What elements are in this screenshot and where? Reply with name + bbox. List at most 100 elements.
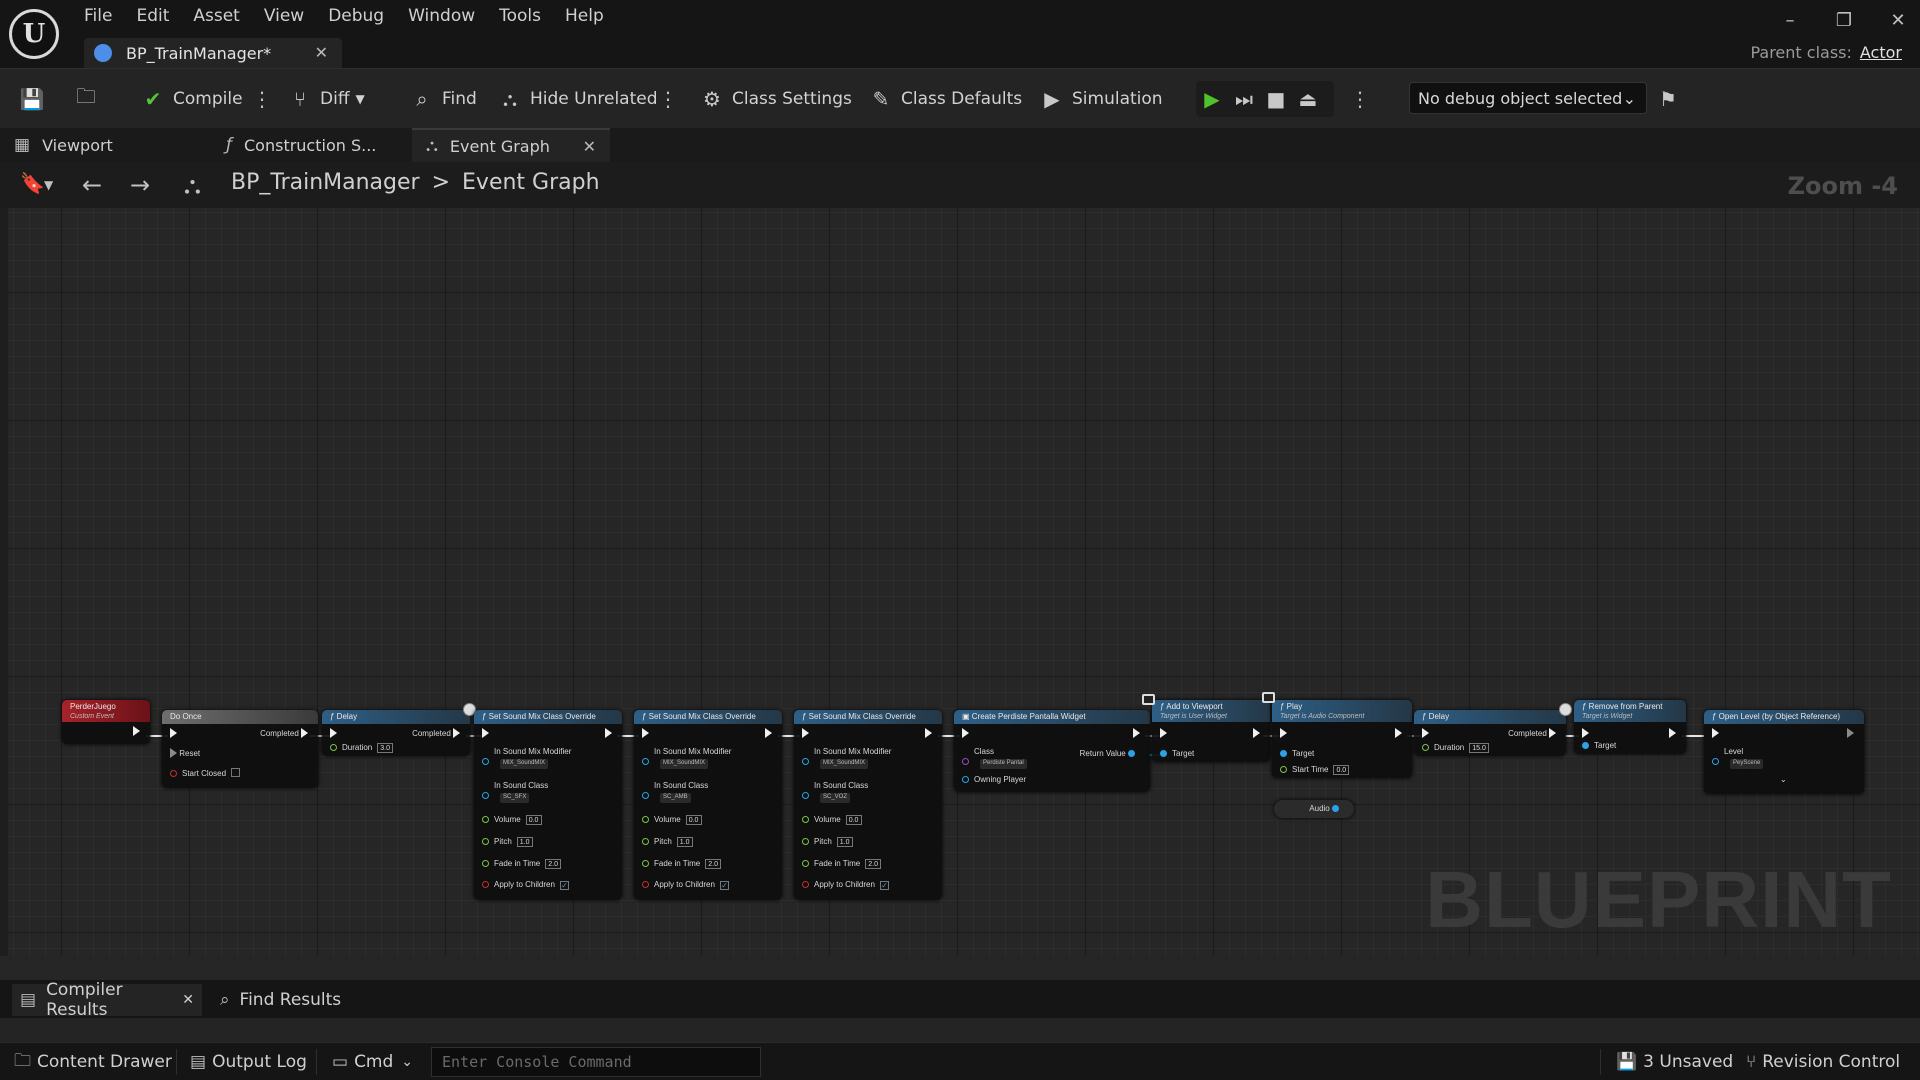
owning-player-pin[interactable]: Owning Player [962, 774, 1026, 786]
output-log-button[interactable]: ▤ Output Log [190, 1043, 307, 1080]
node-do-once[interactable]: Do Once Completed Reset Start Closed [162, 710, 318, 788]
apply-children-pin[interactable]: Apply to Children ✓ [802, 879, 889, 891]
node-set-sound-mix-override[interactable]: ƒ Set Sound Mix Class Override In Sound … [474, 710, 622, 900]
unsaved-button[interactable]: 💾 3 Unsaved [1616, 1043, 1733, 1080]
exec-in-pin[interactable] [170, 728, 177, 740]
node-custom-event[interactable]: PerderJuego Custom Event [62, 700, 150, 744]
chevron-down-icon[interactable]: ▼ [44, 178, 53, 192]
breadcrumb-root[interactable]: BP_TrainManager [231, 170, 420, 195]
exec-in-pin[interactable] [1712, 728, 1719, 740]
save-button[interactable]: 💾 [20, 81, 52, 117]
tab-event-graph[interactable]: ⛬ Event Graph ✕ [412, 128, 610, 162]
fade-input[interactable]: 2.0 [545, 859, 562, 869]
sound-class-pin[interactable]: SC_SFX [482, 790, 530, 803]
target-pin[interactable]: Target [1160, 748, 1194, 760]
menu-file[interactable]: File [72, 4, 124, 28]
fade-pin[interactable]: Fade in Time 2.0 [802, 858, 882, 870]
fade-pin[interactable]: Fade in Time 2.0 [642, 858, 722, 870]
fade-pin[interactable]: Fade in Time 2.0 [482, 858, 562, 870]
exec-out-pin[interactable] [605, 728, 612, 740]
node-open-level[interactable]: ƒ Open Level (by Object Reference) Level… [1704, 710, 1864, 794]
sound-class-pin[interactable]: SC_VOZ [802, 790, 851, 803]
level-pin[interactable]: PeyScene [1712, 756, 1764, 769]
parent-class-link[interactable]: Actor [1860, 43, 1902, 62]
menu-tools[interactable]: Tools [487, 4, 553, 28]
document-tab[interactable]: BP_TrainManager* ✕ [84, 38, 342, 68]
pitch-pin[interactable]: Pitch 1.0 [642, 836, 693, 848]
exec-out-pin[interactable] [1253, 728, 1260, 740]
revision-control-button[interactable]: ⑂ Revision Control [1746, 1043, 1900, 1080]
tab-viewport[interactable]: ▦ Viewport [0, 128, 212, 162]
volume-input[interactable]: 0.0 [685, 815, 702, 825]
close-tab-icon[interactable]: ✕ [315, 43, 328, 62]
play-options-icon[interactable]: ⋮ [1350, 81, 1370, 117]
back-arrow-icon[interactable]: ← [82, 171, 102, 199]
play-icon[interactable]: ▶ [1200, 87, 1224, 111]
pitch-pin[interactable]: Pitch 1.0 [482, 836, 533, 848]
modifier-dropdown[interactable]: MIX_SoundMIX [660, 759, 709, 769]
duration-pin[interactable]: Duration 3.0 [330, 742, 394, 754]
duration-input[interactable]: 3.0 [377, 743, 394, 753]
graph-canvas[interactable]: PerderJuego Custom Event Do Once Complet… [0, 208, 1920, 956]
exec-out-pin[interactable] [133, 726, 140, 738]
apply-children-checkbox[interactable]: ✓ [879, 881, 889, 890]
diff-button[interactable]: ⑂ Diff ▼ [288, 81, 365, 117]
exec-out-pin[interactable] [1133, 728, 1140, 740]
simulation-button[interactable]: ▶ Simulation [1040, 81, 1162, 117]
tab-compiler-results[interactable]: ▤ Compiler Results ✕ [12, 980, 202, 1020]
browse-button[interactable]: 🗀 [74, 81, 106, 117]
menu-view[interactable]: View [252, 4, 316, 28]
exec-out-pin[interactable] [1395, 728, 1402, 740]
exec-in-pin[interactable] [1582, 728, 1589, 740]
modifier-pin[interactable]: MIX_SoundMIX [642, 756, 709, 769]
exec-out-pin[interactable] [1669, 728, 1676, 740]
return-value-pin[interactable]: Return Value [1080, 748, 1140, 760]
bookmark-icon[interactable]: 🔖 [20, 171, 45, 195]
breadcrumb-current[interactable]: Event Graph [462, 170, 600, 195]
sound-class-dropdown[interactable]: SC_AMB [660, 793, 691, 803]
modifier-dropdown[interactable]: MIX_SoundMIX [820, 759, 869, 769]
modifier-dropdown[interactable]: MIX_SoundMIX [500, 759, 549, 769]
chevron-down-icon[interactable]: ⌄ [1780, 774, 1787, 786]
level-dropdown[interactable]: PeyScene [1730, 759, 1764, 769]
menu-window[interactable]: Window [396, 4, 487, 28]
compile-options-icon[interactable]: ⋮ [252, 81, 272, 117]
menu-debug[interactable]: Debug [316, 4, 396, 28]
node-add-to-viewport[interactable]: ƒ Add to Viewport Target is User Widget T… [1152, 700, 1270, 762]
apply-children-checkbox[interactable]: ✓ [719, 881, 729, 890]
exec-in-pin[interactable] [1280, 728, 1287, 740]
duration-input[interactable]: 15.0 [1469, 743, 1489, 753]
node-create-widget[interactable]: ▣ Create Perdiste Pantalla Widget Class … [954, 710, 1150, 792]
compile-button[interactable]: ✔ Compile [141, 81, 243, 117]
menu-asset[interactable]: Asset [181, 4, 251, 28]
exec-out-pin[interactable] [925, 728, 932, 740]
exec-in-pin[interactable] [330, 728, 337, 740]
modifier-pin[interactable]: MIX_SoundMIX [802, 756, 869, 769]
tab-find-results[interactable]: ⌕ Find Results [212, 984, 349, 1016]
apply-children-pin[interactable]: Apply to Children ✓ [482, 879, 569, 891]
node-delay[interactable]: ƒ Delay Completed Duration 15.0 [1414, 710, 1566, 756]
node-delay[interactable]: ƒ Delay Completed Duration 3.0 [322, 710, 470, 756]
volume-pin[interactable]: Volume 0.0 [802, 814, 862, 826]
reset-pin[interactable]: Reset [170, 748, 200, 760]
pitch-input[interactable]: 1.0 [836, 837, 853, 847]
node-remove-from-parent[interactable]: ƒ Remove from Parent Target is Widget Tar… [1574, 700, 1686, 754]
hide-unrelated-button[interactable]: ⛬ Hide Unrelated [498, 81, 658, 117]
start-closed-checkbox[interactable] [231, 768, 241, 777]
volume-pin[interactable]: Volume 0.0 [642, 814, 702, 826]
cmd-button[interactable]: ▭ Cmd ⌄ [332, 1043, 413, 1080]
step-icon[interactable]: ⏭ [1232, 87, 1256, 111]
start-time-input[interactable]: 0.0 [1333, 765, 1350, 775]
exec-in-pin[interactable] [802, 728, 809, 740]
close-window-icon[interactable]: ✕ [1886, 10, 1910, 31]
modifier-pin[interactable]: MIX_SoundMIX [482, 756, 549, 769]
pitch-input[interactable]: 1.0 [516, 837, 533, 847]
exec-in-pin[interactable] [1160, 728, 1167, 740]
apply-children-pin[interactable]: Apply to Children ✓ [642, 879, 729, 891]
completed-pin[interactable]: Completed [412, 728, 460, 740]
target-pin[interactable]: Target [1582, 740, 1616, 752]
hide-unrelated-options-icon[interactable]: ⋮ [658, 81, 678, 117]
completed-pin[interactable]: Completed [1508, 728, 1556, 740]
class-settings-button[interactable]: ⚙ Class Settings [700, 81, 852, 117]
fade-input[interactable]: 2.0 [865, 859, 882, 869]
